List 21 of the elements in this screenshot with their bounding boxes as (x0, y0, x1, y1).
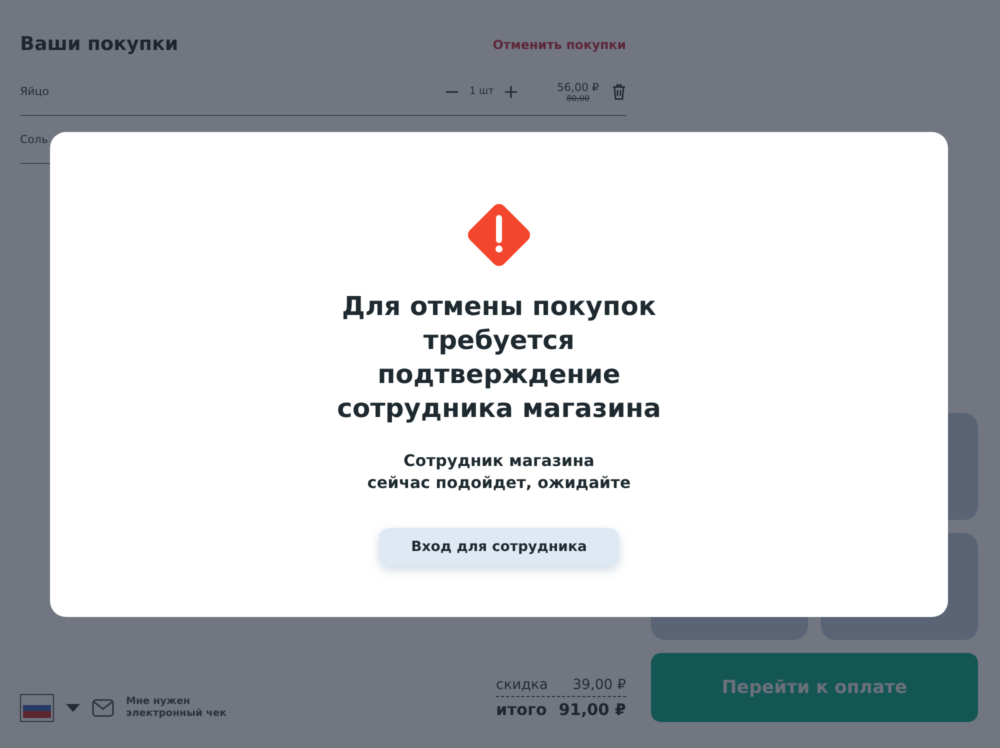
item-price: 56,00 ₽ (557, 80, 599, 94)
flag-icon[interactable] (20, 694, 54, 722)
staff-login-button[interactable]: Вход для сотрудника (379, 528, 619, 566)
discount-value: 39,00 ₽ (572, 677, 626, 693)
old-price: 80,00 (566, 94, 590, 102)
trash-icon[interactable] (612, 84, 626, 100)
dialog-title: Для отмены покупок требуется подтверждение сотрудника магазина (336, 291, 662, 426)
dialog-message: Сотрудник магазина сейчас подойдет, ожидайте (367, 450, 631, 494)
quantity: 1 шт (469, 86, 494, 97)
envelope-icon[interactable] (92, 699, 114, 717)
total-label: итого (496, 700, 547, 719)
item-name: Соль (20, 133, 49, 146)
pay-button[interactable]: Перейти к оплате (651, 653, 978, 722)
plus-icon[interactable] (504, 84, 518, 98)
cart-title: Ваши покупки (20, 33, 178, 55)
item-name: Яйцо (20, 85, 50, 98)
dropdown-caret-icon[interactable] (66, 704, 80, 712)
discount-label: скидка (496, 677, 548, 693)
cancel-purchases-link[interactable]: Отменить покупки (492, 36, 626, 52)
total-value: 91,00 ₽ (558, 700, 626, 719)
e-receipt-label[interactable]: Мне нужен электронный чек (126, 696, 226, 720)
